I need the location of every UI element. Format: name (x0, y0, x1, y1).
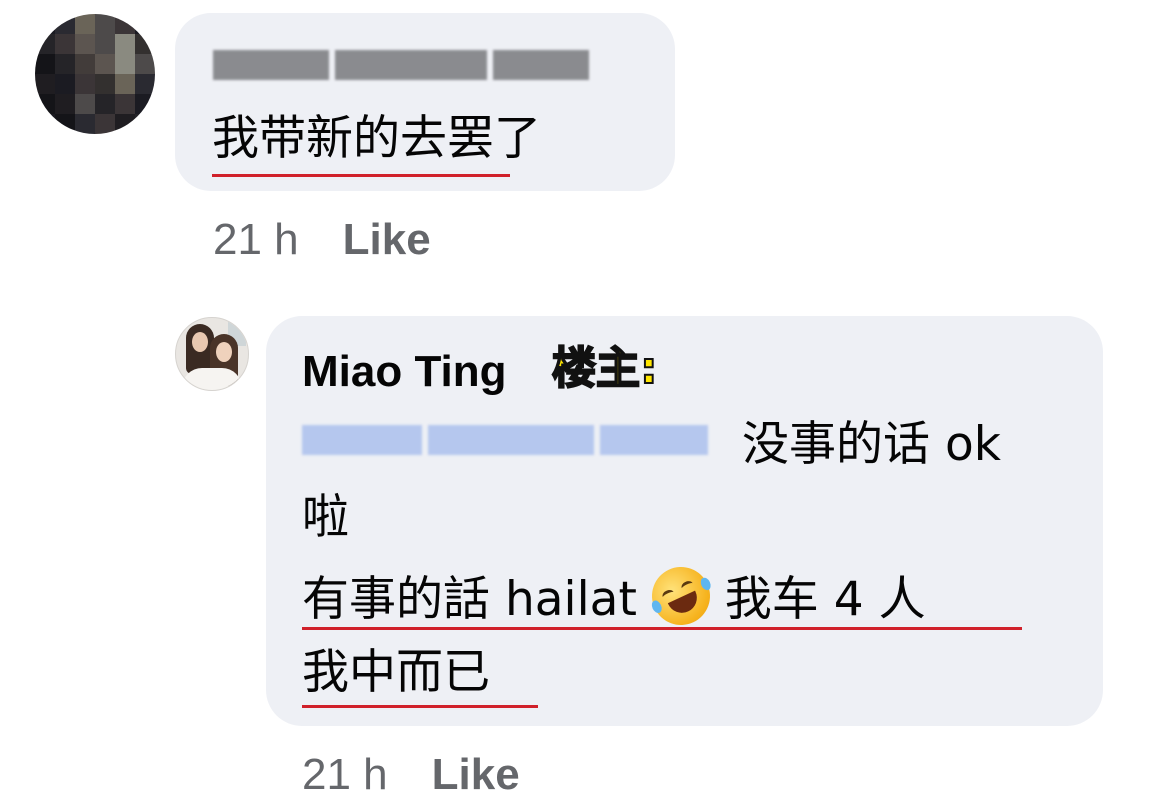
comment-text: 我带新的去罢了 (212, 111, 541, 166)
reply-line-3-underline (302, 627, 1022, 630)
reply-author-avatar[interactable] (175, 317, 249, 391)
comment-timestamp[interactable]: 21 h (213, 215, 299, 264)
reply-line-3-text-b: 我车 4 人 (724, 572, 926, 627)
reply-line-1-text: 没事的话 ok (742, 417, 1001, 472)
reply-line-3: 有事的話 hailat 我车 4 人 (302, 557, 926, 635)
comment-text-underline (212, 174, 510, 177)
reply-timestamp[interactable]: 21 h (302, 750, 388, 799)
commenter-avatar-pixelated[interactable] (35, 14, 155, 134)
comment-like-button[interactable]: Like (343, 215, 431, 264)
reply-meta: 21 h Like (302, 750, 520, 800)
mention-name-censored[interactable] (302, 425, 708, 455)
rolling-on-floor-laughing-icon (642, 557, 720, 635)
reply-line-4-underline (302, 705, 538, 708)
reply-author-name[interactable]: Miao Ting (302, 344, 507, 400)
reply-line-4-text: 我中而已 (302, 645, 490, 700)
commenter-name-censored[interactable] (213, 50, 589, 80)
reply-line-2-text: 啦 (302, 490, 349, 545)
comment-meta: 21 h Like (213, 215, 431, 265)
reply-like-button[interactable]: Like (432, 750, 520, 799)
original-poster-badge: 楼主: (551, 342, 659, 395)
reply-line-3-text-a: 有事的話 hailat (302, 572, 637, 627)
